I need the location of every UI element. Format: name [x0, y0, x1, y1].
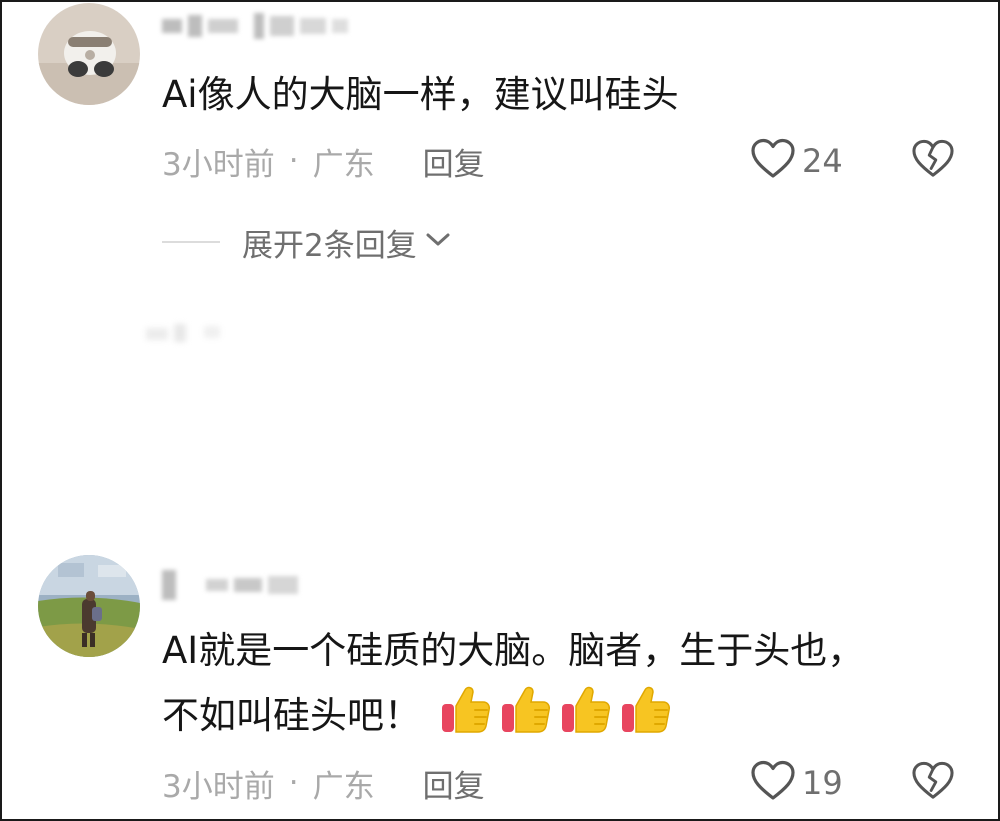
comment-text: Ai像人的大脑一样，建议叫硅头	[162, 73, 679, 116]
comment-text-line2: 不如叫硅头吧！	[162, 694, 421, 737]
like-count: 19	[802, 764, 843, 802]
like-button[interactable]: 24	[750, 138, 843, 184]
comment-location: 广东	[312, 146, 375, 183]
comment-time: 3小时前	[162, 146, 275, 183]
avatar[interactable]	[38, 3, 140, 105]
username[interactable]	[162, 568, 298, 602]
expand-replies-button[interactable]: 展开2条回复	[162, 218, 451, 266]
avatar-image	[38, 555, 140, 657]
heart-outline-icon	[750, 760, 796, 806]
thumbs-up-emoji-icon	[619, 682, 673, 753]
comment-time: 3小时前	[162, 768, 275, 805]
avatar-image	[38, 3, 140, 105]
meta-separator: ·	[288, 765, 299, 801]
comment-text-line: 不如叫硅头吧！	[162, 682, 864, 753]
meta-separator: ·	[288, 143, 299, 179]
comment-meta: 3小时前 · 广东 回复	[162, 761, 485, 805]
like-count: 24	[802, 142, 843, 180]
chevron-down-icon	[425, 231, 451, 253]
reply-button[interactable]: 回复	[423, 139, 485, 184]
broken-heart-icon	[911, 139, 955, 183]
thumbs-up-emoji-icon	[559, 682, 613, 753]
thumbs-up-emoji-icon	[439, 682, 493, 753]
comment-meta: 3小时前 · 广东 回复	[162, 139, 485, 183]
dislike-button[interactable]	[910, 139, 956, 183]
like-button[interactable]: 19	[750, 760, 843, 806]
comment-text-line: AI就是一个硅质的大脑。脑者，生于头也，	[162, 629, 865, 672]
divider-line	[162, 241, 220, 243]
blurred-placeholder	[144, 320, 224, 346]
username[interactable]	[162, 9, 348, 43]
broken-heart-icon	[911, 761, 955, 805]
emoji-group	[439, 682, 673, 753]
avatar[interactable]	[38, 555, 140, 657]
comment-section: Ai像人的大脑一样，建议叫硅头 3小时前 · 广东 回复 24 展开2条回复 A…	[0, 0, 1000, 821]
reply-button[interactable]: 回复	[423, 761, 485, 806]
thumbs-up-emoji-icon	[499, 682, 553, 753]
heart-outline-icon	[750, 138, 796, 184]
comment-location: 广东	[312, 768, 375, 805]
dislike-button[interactable]	[910, 761, 956, 805]
expand-replies-label: 展开2条回复	[242, 227, 417, 264]
comment-text: AI就是一个硅质的大脑。脑者，生于头也， 不如叫硅头吧！	[162, 622, 864, 753]
